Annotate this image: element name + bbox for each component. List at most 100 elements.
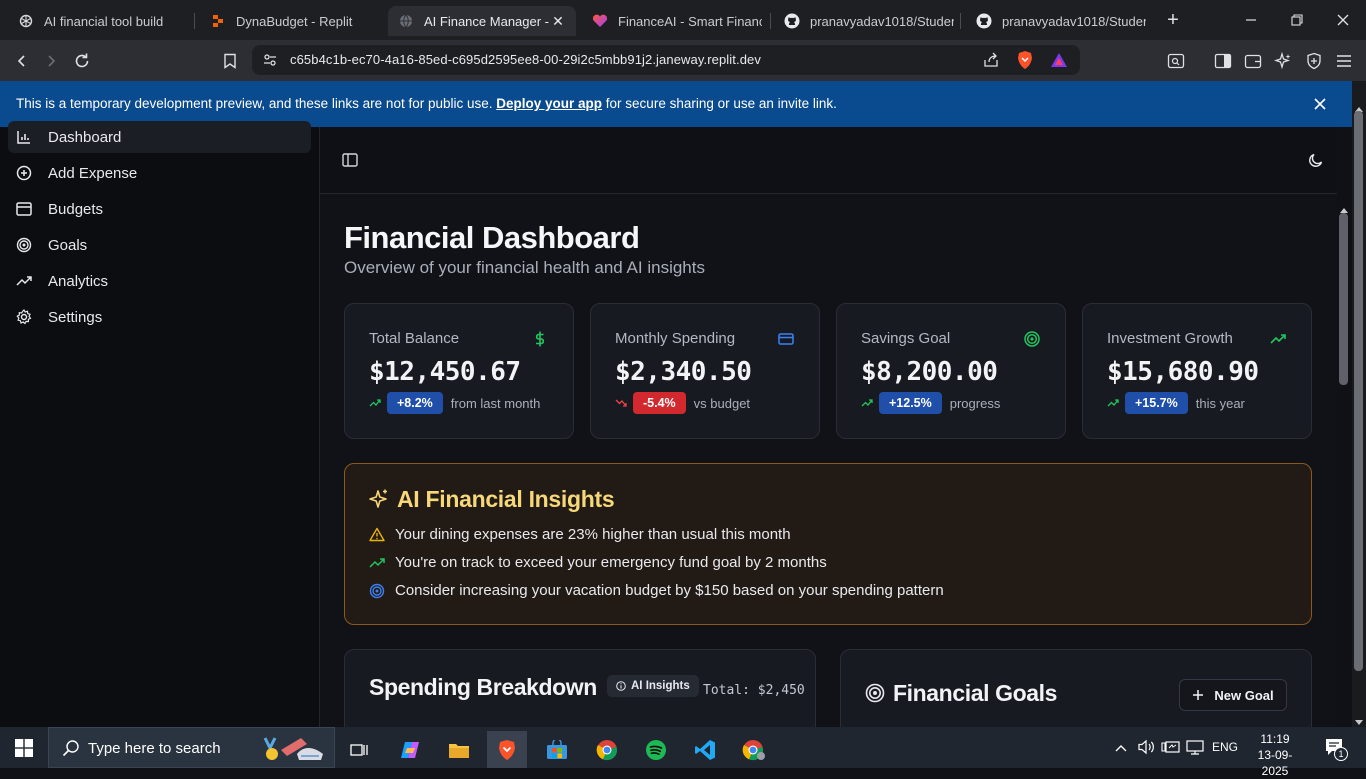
windows-start-icon[interactable] <box>4 729 44 766</box>
ai-insights-badge[interactable]: AI Insights <box>607 675 699 697</box>
stat-value: $8,200.00 <box>861 357 998 387</box>
copilot-icon[interactable] <box>390 731 430 768</box>
microsoft-store-icon[interactable] <box>537 731 577 768</box>
main-content: Financial Dashboard Overview of your fin… <box>320 127 1337 727</box>
stat-label: Total Balance <box>369 330 460 347</box>
stat-label: Monthly Spending <box>615 330 736 347</box>
moon-icon[interactable] <box>1308 152 1324 173</box>
sidebar-item-label: Budgets <box>48 200 104 218</box>
trend-up-icon <box>369 396 381 411</box>
new-goal-button[interactable]: New Goal <box>1179 679 1287 711</box>
stat-card-savings-goal: Savings Goal $8,200.00 +12.5% progress <box>836 303 1066 439</box>
restore-button[interactable] <box>1274 0 1320 40</box>
banner-suffix: for secure sharing or use an invite link… <box>605 96 837 111</box>
stat-card-monthly-spending: Monthly Spending $2,340.50 -5.4% vs budg… <box>590 303 820 439</box>
sidebar-item-settings[interactable]: Settings <box>8 301 311 333</box>
ai-insights-panel: AI Financial Insights Your dining expens… <box>344 463 1312 625</box>
address-bar[interactable]: c65b4c1b-ec70-4a16-85ed-c695d2595ee8-00-… <box>252 45 1080 75</box>
tab-title: DynaBudget - Replit <box>236 13 353 29</box>
app-scrollbar[interactable] <box>1337 195 1351 727</box>
forward-button[interactable] <box>38 48 64 74</box>
close-banner-icon[interactable] <box>1312 96 1328 115</box>
github-icon <box>976 13 992 29</box>
menu-icon[interactable] <box>1331 48 1357 74</box>
network-icon[interactable] <box>1186 739 1204 760</box>
close-window-button[interactable] <box>1320 0 1366 40</box>
app-sidebar: Dashboard Add Expense Budgets Goals Anal… <box>0 121 320 727</box>
scroll-thumb[interactable] <box>1354 111 1363 671</box>
brave-shields-icon[interactable] <box>1016 50 1034 75</box>
chrome-icon[interactable] <box>587 731 627 768</box>
deploy-app-link[interactable]: Deploy your app <box>496 96 602 111</box>
financial-goals-card: Financial Goals New Goal <box>840 649 1312 727</box>
tab-title: AI financial tool build <box>44 13 164 29</box>
reload-button[interactable] <box>69 48 95 74</box>
browser-tab[interactable]: FinanceAI - Smart Financial <box>582 6 762 36</box>
wallet-icon[interactable] <box>1240 48 1266 74</box>
stat-change-row: +15.7% this year <box>1107 392 1245 414</box>
close-tab-icon[interactable]: ✕ <box>550 13 566 29</box>
vpn-shield-icon[interactable] <box>1301 48 1327 74</box>
leo-ai-icon[interactable] <box>1270 48 1296 74</box>
sidebar-item-goals[interactable]: Goals <box>8 229 311 261</box>
trending-up-icon <box>369 555 385 571</box>
new-tab-button[interactable]: + <box>1162 9 1184 31</box>
dollar-icon <box>531 330 549 348</box>
chrome-profile-icon[interactable] <box>734 731 774 768</box>
sparkles-icon <box>369 488 389 515</box>
browser-tab[interactable]: DynaBudget - Replit <box>200 6 380 36</box>
spotify-icon[interactable] <box>636 731 676 768</box>
browser-tab[interactable]: pranavyadav1018/Student- <box>966 6 1146 36</box>
globe-icon <box>398 13 414 29</box>
sidebar-item-label: Analytics <box>48 272 109 290</box>
browser-tab[interactable]: AI financial tool build <box>8 6 188 36</box>
sidebar-toggle-icon[interactable] <box>1210 48 1236 74</box>
chevron-up-icon[interactable] <box>1114 740 1128 758</box>
search-highlight-icon <box>261 734 327 769</box>
banner-text: This is a temporary development preview,… <box>16 96 837 111</box>
stat-label: Investment Growth <box>1107 330 1233 347</box>
sidebar-item-label: Dashboard <box>48 128 122 146</box>
stat-note: progress <box>949 395 1001 411</box>
lovable-icon <box>592 13 608 29</box>
browser-tab-strip: AI financial tool build DynaBudget - Rep… <box>0 0 1366 40</box>
brave-rewards-icon[interactable] <box>1050 51 1068 74</box>
change-badge: +12.5% <box>879 392 942 414</box>
brave-browser-taskbar-icon[interactable] <box>487 731 527 768</box>
language-indicator[interactable]: ENG <box>1212 740 1238 754</box>
clock-time: 11:19 <box>1260 732 1290 746</box>
credit-card-icon <box>777 330 795 348</box>
panel-toggle-icon[interactable] <box>342 153 358 172</box>
insight-text: You're on track to exceed your emergency… <box>395 554 827 571</box>
sidebar-item-budgets[interactable]: Budgets <box>8 193 311 225</box>
battery-icon[interactable] <box>1161 739 1181 760</box>
clock[interactable]: 11:19 13-09-2025 <box>1248 731 1302 779</box>
browser-tab[interactable]: pranavyadav1018/Student- <box>774 6 954 36</box>
task-view-icon[interactable] <box>339 731 379 768</box>
trending-up-icon <box>1269 330 1287 348</box>
browser-toolbar: c65b4c1b-ec70-4a16-85ed-c695d2595ee8-00-… <box>0 40 1366 81</box>
back-button[interactable] <box>9 48 35 74</box>
share-icon[interactable] <box>982 51 1000 74</box>
browser-tab-active[interactable]: AI Finance Manager - ✕ <box>388 6 576 36</box>
site-settings-icon[interactable] <box>262 52 278 73</box>
speaker-icon[interactable] <box>1137 739 1155 760</box>
reader-mode-icon[interactable] <box>1163 48 1189 74</box>
scroll-thumb[interactable] <box>1339 213 1348 385</box>
insights-title: AI Financial Insights <box>397 486 615 512</box>
page-scrollbar[interactable] <box>1352 81 1366 727</box>
taskbar-search-box[interactable]: Type here to search <box>48 727 335 768</box>
spending-breakdown-card: Spending Breakdown AI Insights Total: $2… <box>344 649 816 727</box>
sidebar-item-add-expense[interactable]: Add Expense <box>8 157 311 189</box>
sidebar-item-analytics[interactable]: Analytics <box>8 265 311 297</box>
stat-change-row: +8.2% from last month <box>369 392 540 414</box>
stat-note: from last month <box>450 395 541 411</box>
sidebar-item-dashboard[interactable]: Dashboard <box>8 121 311 153</box>
vscode-icon[interactable] <box>685 731 725 768</box>
file-explorer-icon[interactable] <box>439 731 479 768</box>
insight-item: Consider increasing your vacation budget… <box>369 582 944 599</box>
wallet-icon <box>16 201 32 217</box>
bookmark-icon[interactable] <box>217 48 243 74</box>
minimize-button[interactable] <box>1228 0 1274 40</box>
stat-note: this year <box>1195 395 1245 411</box>
